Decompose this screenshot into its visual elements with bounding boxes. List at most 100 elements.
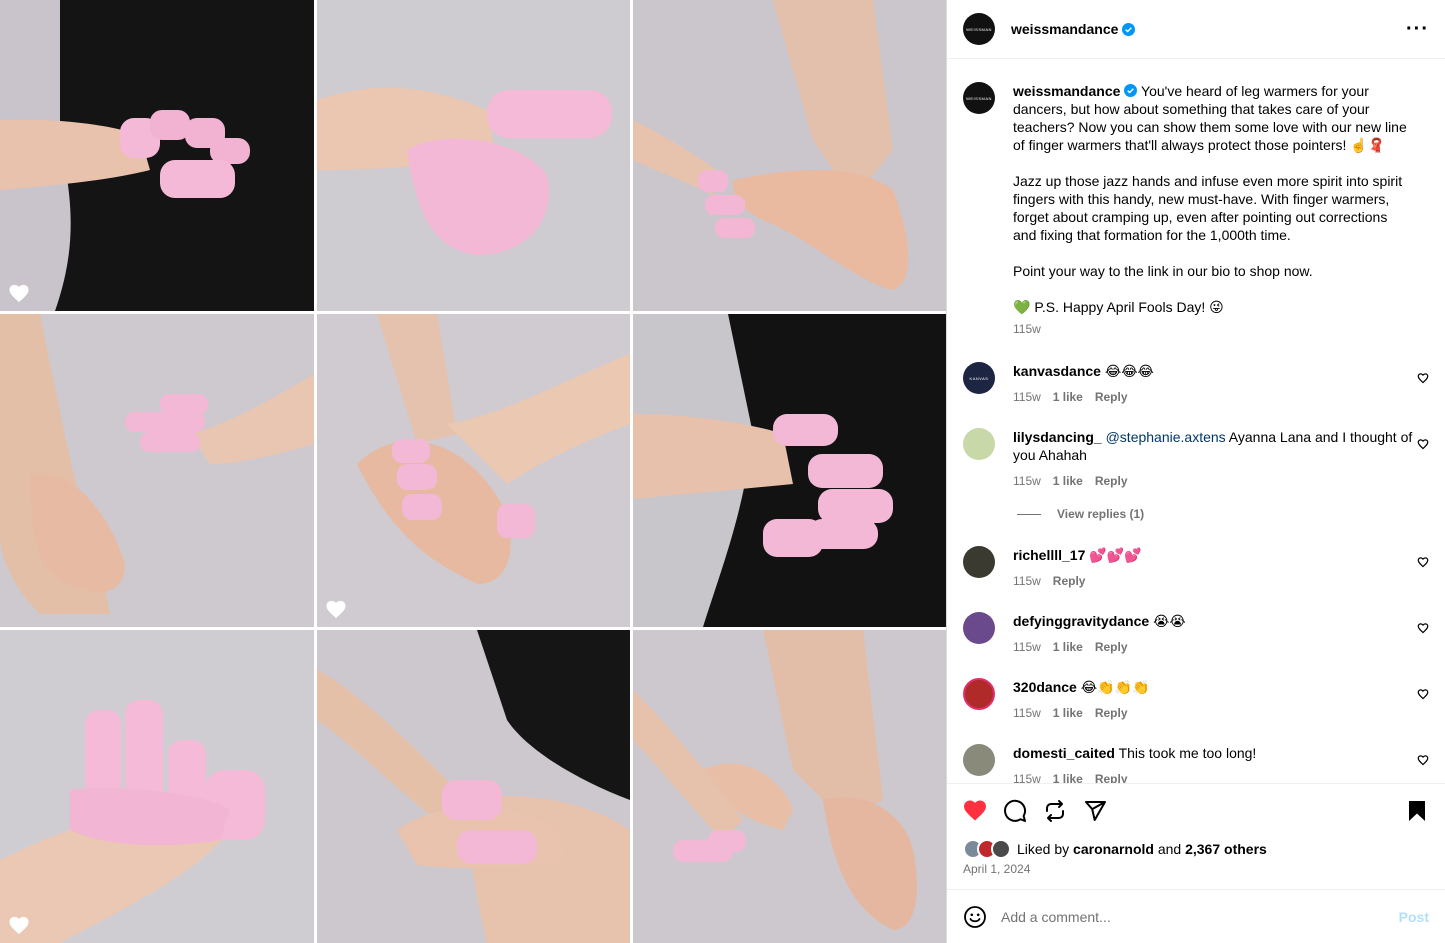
liked-by-and: and xyxy=(1157,841,1182,857)
comment-meta: 115w 1 like Reply xyxy=(1013,388,1413,406)
comment-input[interactable]: Add a comment... xyxy=(1001,909,1399,925)
emoji-icon[interactable] xyxy=(963,905,987,929)
photo-tile-1[interactable] xyxy=(0,0,314,311)
comment-body: defyinggravitydance 😭😭 115w 1 like Reply xyxy=(1013,612,1413,656)
author-username[interactable]: weissmandance xyxy=(1011,21,1118,37)
comment-time[interactable]: 115w xyxy=(1013,572,1041,590)
more-options-icon[interactable]: ··· xyxy=(1406,19,1429,39)
view-replies-button[interactable]: View replies (1) xyxy=(1017,507,1144,521)
heart-outline-icon[interactable] xyxy=(1417,688,1429,700)
commenter-username[interactable]: lilysdancing_ xyxy=(1013,429,1102,445)
commenter-avatar[interactable] xyxy=(963,546,995,578)
heart-outline-icon[interactable] xyxy=(1417,754,1429,766)
liker-avatar xyxy=(991,839,1011,859)
photo-tile-4[interactable] xyxy=(0,314,314,627)
heart-outline-icon[interactable] xyxy=(1417,438,1429,450)
comment-likes[interactable]: 1 like xyxy=(1053,388,1083,406)
reply-button[interactable]: Reply xyxy=(1095,704,1128,722)
caption-paragraph-4: 💚 P.S. Happy April Fools Day! 😜 xyxy=(1013,299,1224,315)
avatar-label: WEISSMAN xyxy=(966,26,992,32)
commenter-username[interactable]: domesti_caited xyxy=(1013,745,1115,761)
reply-button[interactable]: Reply xyxy=(1095,638,1128,656)
comments-list[interactable]: WEISSMAN weissmandance You've heard of l… xyxy=(947,60,1445,783)
photo-tile-2[interactable] xyxy=(317,0,630,311)
avatar-label: KANVAS xyxy=(969,375,989,381)
repost-icon[interactable] xyxy=(1043,799,1067,823)
view-replies-label: View replies (1) xyxy=(1057,507,1145,521)
post-date[interactable]: April 1, 2024 xyxy=(963,862,1429,876)
reply-button[interactable]: Reply xyxy=(1095,472,1128,490)
commenter-avatar[interactable] xyxy=(963,744,995,776)
photo-tile-3[interactable] xyxy=(633,0,948,311)
finger-warmer-photo xyxy=(0,630,314,943)
commenter-username[interactable]: 320dance xyxy=(1013,679,1077,695)
photo-tile-7[interactable] xyxy=(0,630,314,943)
liked-by-others[interactable]: 2,367 others xyxy=(1185,841,1267,857)
liker-avatars xyxy=(963,839,1011,859)
comment-meta: 115w 1 like Reply xyxy=(1013,638,1413,656)
heart-icon xyxy=(326,600,346,619)
finger-warmer-photo xyxy=(0,0,314,311)
finger-warmer-photo xyxy=(0,314,314,627)
commenter-username[interactable]: kanvasdance xyxy=(1013,363,1101,379)
photo-tile-5[interactable] xyxy=(317,314,630,627)
heart-outline-icon[interactable] xyxy=(1417,622,1429,634)
comment-text: 😂😂😂 xyxy=(1104,363,1154,379)
likes-summary: Liked by caronarnold and 2,367 others xyxy=(963,839,1429,859)
post-header: WEISSMAN weissmandance ··· xyxy=(947,0,1445,59)
finger-warmer-photo xyxy=(633,630,948,943)
comment-likes[interactable]: 1 like xyxy=(1053,638,1083,656)
bookmark-filled-icon[interactable] xyxy=(1405,799,1429,823)
verified-badge-icon xyxy=(1124,84,1138,97)
author-avatar[interactable]: WEISSMAN xyxy=(963,13,995,45)
liked-by-user[interactable]: caronarnold xyxy=(1073,841,1154,857)
add-comment-bar: Add a comment... Post xyxy=(947,889,1445,943)
heart-outline-icon[interactable] xyxy=(1417,372,1429,384)
caption-username[interactable]: weissmandance xyxy=(1013,83,1120,99)
comment-row: richellll_17 💕💕💕 115w Reply xyxy=(963,546,1429,590)
comment-time[interactable]: 115w xyxy=(1013,388,1041,406)
comment-body: domesti_caited This took me too long! 11… xyxy=(1013,744,1413,783)
caption: WEISSMAN weissmandance You've heard of l… xyxy=(963,82,1429,338)
comment-time[interactable]: 115w xyxy=(1013,472,1041,490)
caption-paragraph-2: Jazz up those jazz hands and infuse even… xyxy=(1013,173,1403,243)
comment-text: 😭😭 xyxy=(1153,613,1186,629)
comment-mention-link[interactable]: @stephanie.axtens xyxy=(1106,429,1226,445)
caption-paragraph-3: Point your way to the link in our bio to… xyxy=(1013,263,1313,279)
reply-button[interactable]: Reply xyxy=(1095,388,1128,406)
comment-body: 320dance 😂👏👏👏 115w 1 like Reply xyxy=(1013,678,1413,722)
heart-outline-icon[interactable] xyxy=(1417,556,1429,568)
comment-body: richellll_17 💕💕💕 115w Reply xyxy=(1013,546,1413,590)
commenter-username[interactable]: richellll_17 xyxy=(1013,547,1085,563)
caption-time[interactable]: 115w xyxy=(1013,320,1041,338)
commenter-avatar[interactable] xyxy=(963,428,995,460)
heart-filled-icon[interactable] xyxy=(963,799,987,823)
comment-body: kanvasdance 😂😂😂 115w 1 like Reply xyxy=(1013,362,1413,406)
send-icon[interactable] xyxy=(1083,799,1107,823)
commenter-avatar-story-ring[interactable] xyxy=(963,678,995,710)
photo-tile-6[interactable] xyxy=(633,314,948,627)
finger-warmer-photo xyxy=(317,314,630,627)
comment-meta: 115w 1 like Reply xyxy=(1013,472,1413,490)
comment-text: This took me too long! xyxy=(1118,745,1257,761)
caption-paragraph: weissmandance You've heard of leg warmer… xyxy=(1013,82,1413,154)
commenter-username[interactable]: defyinggravitydance xyxy=(1013,613,1149,629)
post-comment-button[interactable]: Post xyxy=(1399,909,1429,925)
reply-button[interactable]: Reply xyxy=(1053,572,1086,590)
comment-time[interactable]: 115w xyxy=(1013,638,1041,656)
comment-time[interactable]: 115w xyxy=(1013,770,1041,783)
comment-likes[interactable]: 1 like xyxy=(1053,472,1083,490)
comment-time[interactable]: 115w xyxy=(1013,704,1041,722)
comment-likes[interactable]: 1 like xyxy=(1053,704,1083,722)
commenter-avatar[interactable]: KANVAS xyxy=(963,362,995,394)
comment-icon[interactable] xyxy=(1003,799,1027,823)
photo-tile-9[interactable] xyxy=(633,630,948,943)
reply-button[interactable]: Reply xyxy=(1095,770,1128,783)
heart-icon xyxy=(9,284,29,303)
author-avatar[interactable]: WEISSMAN xyxy=(963,82,995,114)
avatar-label: WEISSMAN xyxy=(966,95,992,101)
finger-warmer-photo xyxy=(633,0,948,311)
comment-likes[interactable]: 1 like xyxy=(1053,770,1083,783)
commenter-avatar[interactable] xyxy=(963,612,995,644)
photo-tile-8[interactable] xyxy=(317,630,630,943)
